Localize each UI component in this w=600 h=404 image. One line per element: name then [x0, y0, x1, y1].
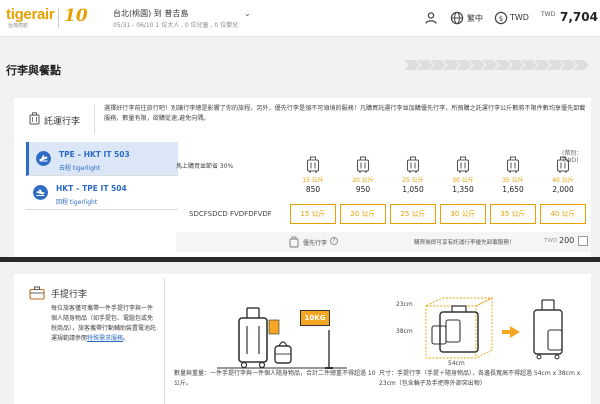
weight-button-25[interactable]: 25 公斤 — [390, 204, 436, 224]
carry-on-title: 手提行李 — [51, 290, 88, 300]
option-price: 850 — [305, 185, 321, 194]
plane-return-icon — [33, 185, 48, 200]
option-weight: 25 公斤 — [402, 177, 424, 184]
option-weight: 15 公斤 — [302, 177, 324, 184]
logo-subtitle: 台灣虎航 — [8, 23, 29, 29]
weight-button-30[interactable]: 30 公斤 — [440, 204, 486, 224]
flight-tab-return[interactable]: HKT – TPE IT 504 回程 tigerlight — [26, 176, 178, 210]
flight-list: TPE – HKT IT 503 去程 tigerlight HKT – TPE… — [26, 142, 178, 210]
luggage-icon — [506, 156, 520, 173]
priority-note: 購買後即可享有託運行李優先卸載服務！ — [414, 240, 515, 246]
baggage-option: 15 公斤 850 — [290, 156, 336, 194]
luggage-weight-illustration — [217, 307, 347, 369]
tigerair-logo[interactable]: tigerair 台灣虎航 — [6, 6, 55, 30]
logo-wordmark: tigerair — [6, 6, 55, 23]
language-selector[interactable]: 繁中 — [467, 13, 483, 24]
priority-baggage-label: 優先行李 — [303, 240, 328, 247]
option-price: 1,050 — [402, 185, 424, 194]
flight-fare: 去程 tigerlight — [59, 165, 101, 172]
user-icon[interactable] — [424, 11, 438, 25]
option-price: 2,000 — [552, 185, 574, 194]
trip-title: 台北(桃園) 到 普吉島 — [113, 9, 189, 18]
total-currency: TWD — [541, 11, 556, 18]
luggage-icon — [456, 156, 470, 173]
progress-step — [404, 60, 420, 70]
carry-on-description: 每位旅客僅可攜帶一件手提行李與一件個人隨身物品（如手提包、電腦包或免稅商品），旅… — [51, 304, 157, 344]
overlay-divider — [0, 257, 600, 262]
priority-luggage-icon — [289, 236, 299, 248]
option-weight: 20 公斤 — [352, 177, 374, 184]
baggage-option: 25 公斤 1,050 — [390, 156, 436, 194]
top-bar: tigerair 台灣虎航 10 台北(桃園) 到 普吉島 05/31 - 06… — [0, 0, 600, 37]
weight-button-40[interactable]: 40 公斤 — [540, 204, 586, 224]
section-divider — [164, 278, 165, 404]
checked-baggage-card: 託運行李 選擇好行李前往旅行吧！別讓行李總是影響了你的旅程。另外，優先行李是領不… — [14, 98, 591, 258]
trip-details: 05/31 - 06/10 1 位大人 , 0 位兒童 , 0 位嬰兒 — [113, 22, 239, 29]
anniversary-number: 10 — [64, 6, 88, 26]
option-weight: 40 公斤 — [552, 177, 574, 184]
help-icon[interactable]: ? — [330, 237, 338, 245]
total-amount[interactable]: 7,704 — [560, 10, 598, 24]
luggage-icon — [556, 156, 570, 173]
priority-currency: TWD — [544, 238, 558, 244]
weight-tag-label: 10KG — [304, 314, 326, 322]
luggage-icon — [406, 156, 420, 173]
anniversary-badge: 10 — [64, 6, 88, 29]
priority-checkbox[interactable] — [578, 236, 588, 246]
baggage-option: 35 公斤 1,650 — [490, 156, 536, 194]
luggage-icon — [306, 156, 320, 173]
weight-button-15[interactable]: 15 公斤 — [290, 204, 336, 224]
priority-baggage-row: 優先行李 ? 購買後即可享有託運行李優先卸載服務！ TWD 200 — [176, 232, 591, 252]
flight-tab-outbound[interactable]: TPE – HKT IT 503 去程 tigerlight — [26, 142, 178, 176]
flight-fare: 回程 tigerlight — [56, 199, 98, 206]
page-title: 行李與餐點 — [6, 64, 61, 77]
option-price: 950 — [355, 185, 371, 194]
dimension-depth: 23cm — [396, 301, 413, 308]
logo-divider — [58, 8, 59, 28]
globe-icon[interactable] — [450, 11, 464, 25]
priority-price: 200 — [559, 236, 575, 245]
passenger-name: SDCFSDCD FVDFDFVDF — [189, 210, 272, 218]
size-rule-caption: 尺寸：手提行李（手提＋隨身物品），各邊長寬高不得超過 54cm x 38cm x… — [379, 370, 581, 387]
suitcase-icon — [29, 112, 40, 125]
special-needs-link[interactable]: 特殊需求服務 — [87, 335, 123, 342]
baggage-option: 30 公斤 1,350 — [440, 156, 486, 194]
checked-baggage-title: 託運行李 — [44, 117, 81, 127]
weight-rule-caption: 數量與重量：一件手提行李與一件個人隨身物品，合計二件總重不得超過 10 公斤。 — [174, 370, 376, 387]
option-price: 1,350 — [452, 185, 474, 194]
weight-button-20[interactable]: 20 公斤 — [340, 204, 386, 224]
checked-baggage-description: 選擇好行李前往旅行吧！別讓行李總是影響了你的旅程。另外，優先行李是領不可領境的服… — [104, 105, 586, 122]
currency-icon[interactable]: $ — [494, 11, 508, 25]
baggage-option: 20 公斤 950 — [340, 156, 386, 194]
option-weight: 35 公斤 — [502, 177, 524, 184]
dimension-width: 54cm — [448, 360, 465, 367]
carry-on-card: 手提行李 每位旅客僅可攜帶一件手提行李與一件個人隨身物品（如手提包、電腦包或免稅… — [14, 274, 591, 404]
baggage-option: 40 公斤 2,000 — [540, 156, 586, 194]
carry-on-description-end: 。 — [123, 335, 130, 342]
step-bar: 行李與餐點 — [0, 38, 600, 86]
svg-text:$: $ — [499, 15, 503, 23]
option-weight: 30 公斤 — [452, 177, 474, 184]
carry-on-bag-icon — [29, 286, 45, 300]
flight-name: TPE – HKT IT 503 — [59, 150, 130, 159]
currency-selector[interactable]: TWD — [510, 13, 529, 22]
weight-button-35[interactable]: 35 公斤 — [490, 204, 536, 224]
plane-departure-icon — [36, 151, 51, 166]
luggage-icon — [356, 156, 370, 173]
discount-note: 馬上購買並節省 30% — [176, 163, 234, 170]
dimension-height: 38cm — [396, 328, 413, 335]
flight-name: HKT – TPE IT 504 — [56, 184, 127, 193]
weight-tag: 10KG — [300, 310, 330, 326]
section-divider — [94, 104, 95, 134]
option-price: 1,650 — [502, 185, 524, 194]
chevron-down-icon[interactable]: ⌄ — [244, 9, 251, 18]
